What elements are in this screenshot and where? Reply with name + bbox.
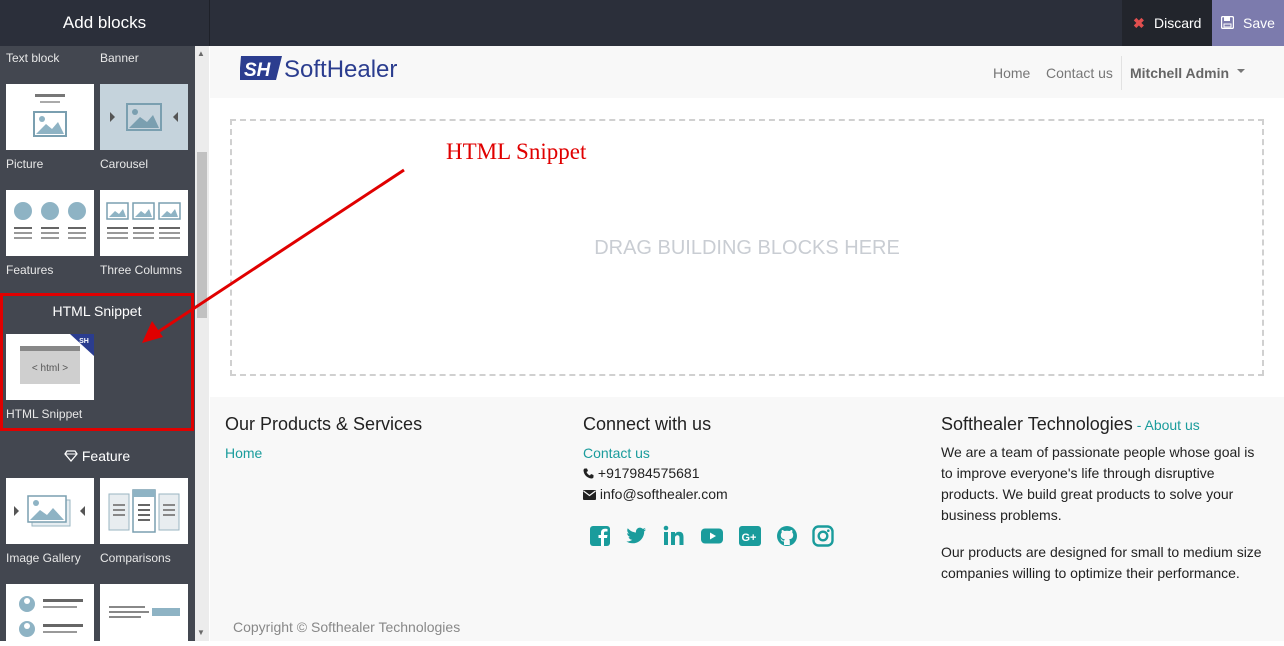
footer-about-paragraph-2: Our products are designed for small to m… xyxy=(941,544,1262,581)
footer-home-link[interactable]: Home xyxy=(225,445,262,461)
email-address[interactable]: info@softhealer.com xyxy=(600,486,728,502)
footer-email: info@softhealer.com xyxy=(583,484,728,505)
footer-phone: +917984575681 xyxy=(583,463,700,484)
footer-company-title: Softhealer Technologies xyxy=(941,414,1133,434)
envelope-icon xyxy=(583,490,596,500)
phone-number: +917984575681 xyxy=(597,465,700,481)
instagram-icon[interactable] xyxy=(811,524,835,548)
footer-about-link[interactable]: About us xyxy=(1144,417,1199,433)
linkedin-icon[interactable] xyxy=(662,524,686,548)
footer-contact-link[interactable]: Contact us xyxy=(583,445,650,461)
footer-copyright: Copyright © Softhealer Technologies xyxy=(233,619,461,635)
footer-about-heading: Softhealer Technologies - About us xyxy=(941,414,1200,435)
facebook-icon[interactable] xyxy=(588,524,612,548)
github-icon[interactable] xyxy=(775,524,799,548)
google-plus-icon[interactable]: G+ xyxy=(738,524,762,548)
svg-text:G+: G+ xyxy=(742,532,757,544)
footer-products-title: Our Products & Services xyxy=(225,414,423,434)
twitter-icon[interactable] xyxy=(624,524,648,548)
phone-icon xyxy=(583,468,594,479)
footer-about-separator: - xyxy=(1132,417,1145,433)
footer-about-paragraph-1: We are a team of passionate people whose… xyxy=(941,444,1255,523)
footer-connect-title: Connect with us xyxy=(583,414,712,434)
youtube-icon[interactable] xyxy=(700,524,724,548)
